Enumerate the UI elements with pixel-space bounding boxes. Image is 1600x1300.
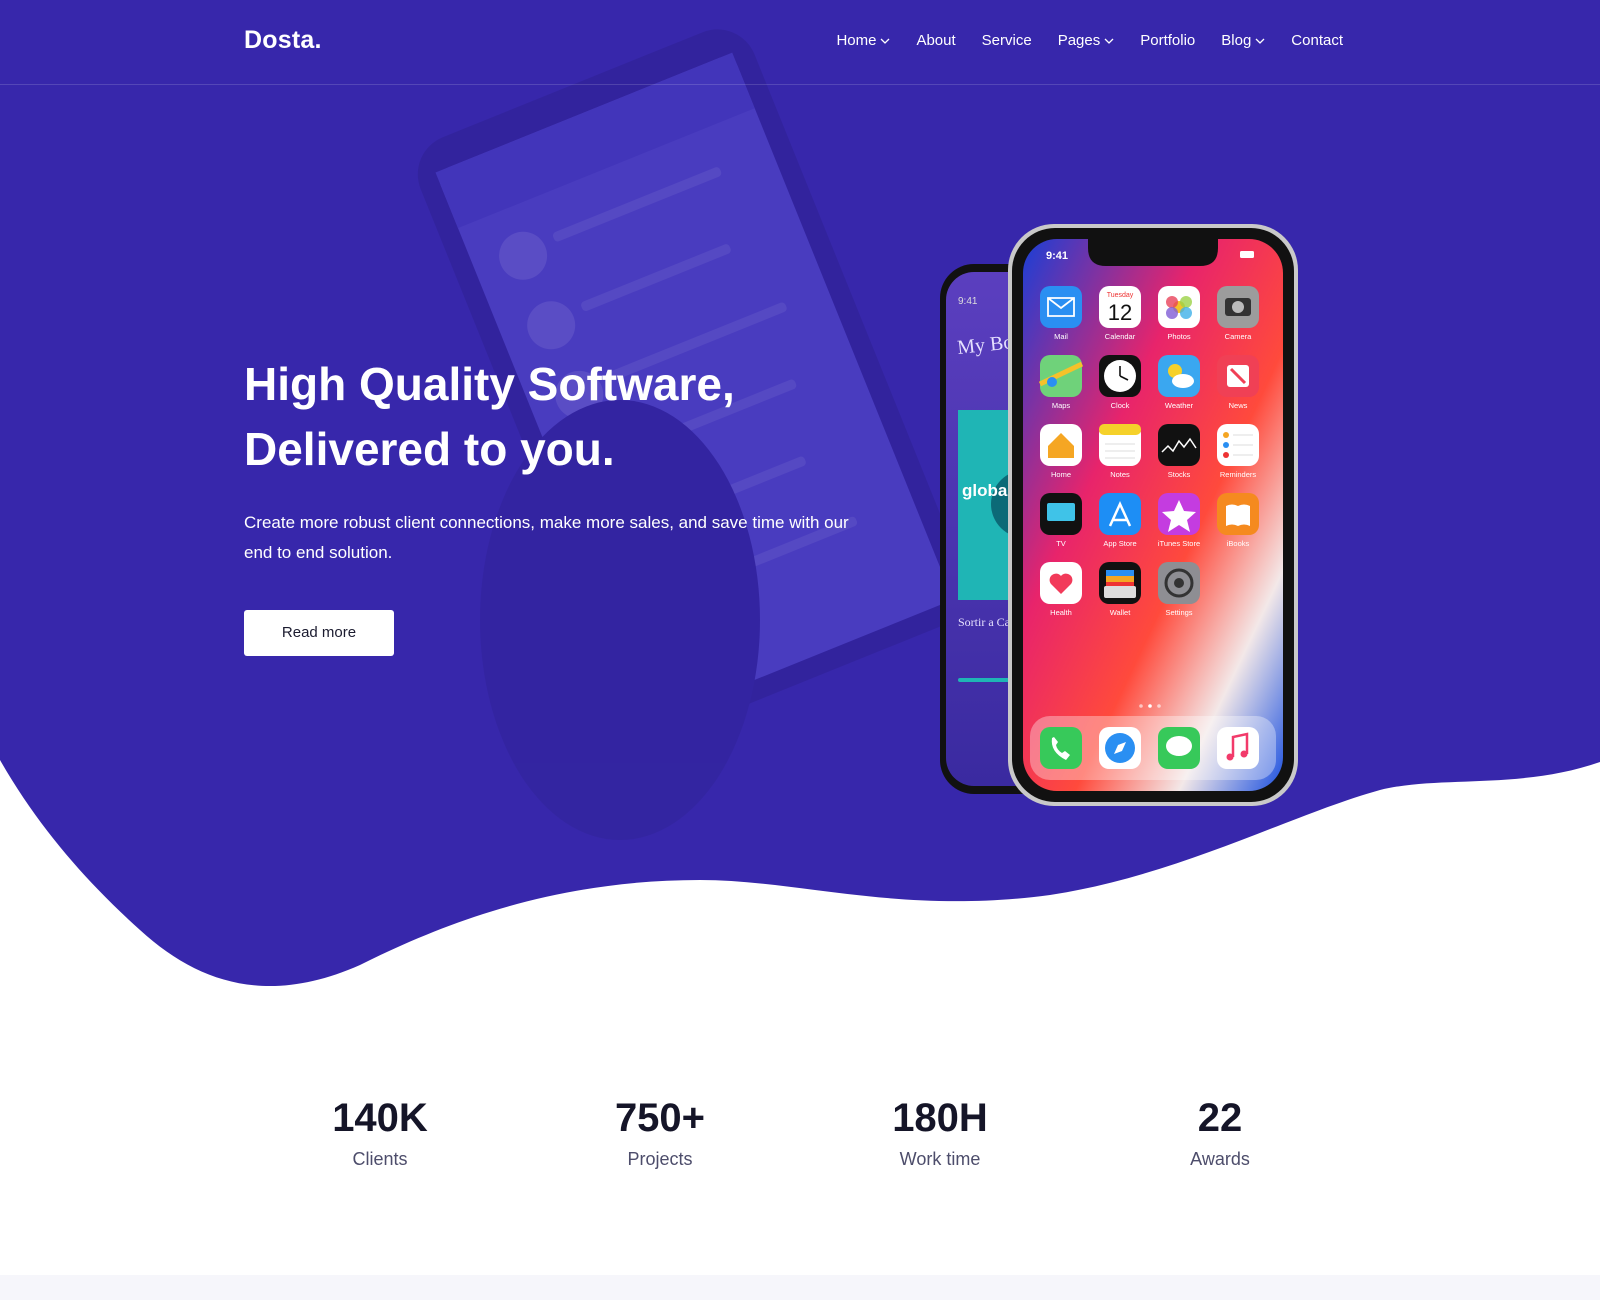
nav-item-about[interactable]: About — [916, 32, 955, 49]
hero-subtitle: Create more robust client connections, m… — [244, 513, 849, 562]
camera-icon — [1217, 286, 1259, 328]
messages-icon — [1158, 727, 1200, 769]
nav-item-label: Portfolio — [1140, 32, 1196, 49]
photos-icon — [1158, 286, 1200, 328]
clock-icon — [1099, 355, 1141, 397]
reminders-icon — [1217, 424, 1259, 466]
app-store-icon — [1099, 493, 1141, 535]
ibooks-icon — [1217, 493, 1259, 535]
music-icon — [1217, 727, 1259, 769]
notes-icon — [1099, 424, 1141, 466]
stat-work-time: 180H Work time — [800, 1093, 1080, 1170]
app-label: Photos — [1167, 332, 1191, 341]
tv-icon — [1040, 493, 1082, 535]
hero-title-line2: Delivered to you. — [244, 423, 615, 475]
nav-item-label: Home — [836, 32, 877, 49]
phone-icon — [1040, 727, 1082, 769]
stat-clients: 140K Clients — [240, 1093, 520, 1170]
phone-dock — [1030, 716, 1276, 780]
nav-item-blog[interactable]: Blog — [1221, 32, 1265, 49]
maps-icon — [1038, 355, 1084, 397]
app-label: TV — [1056, 539, 1066, 548]
app-label: Settings — [1165, 608, 1192, 617]
itunes-store-icon — [1158, 493, 1200, 535]
stat-value: 140K — [332, 1096, 428, 1140]
app-label: iTunes Store — [1158, 539, 1200, 548]
landing-page: Dosta. Home About Service Pages Portfoli… — [0, 0, 1600, 1300]
hero-content: High Quality Software, Delivered to you.… — [244, 352, 884, 656]
next-section-band — [0, 1275, 1600, 1300]
app-label: Home — [1051, 470, 1071, 479]
calendar-date: 12 — [1108, 300, 1132, 325]
app-label: Calendar — [1105, 332, 1136, 341]
chevron-down-icon — [1255, 38, 1265, 44]
nav-item-portfolio[interactable]: Portfolio — [1140, 32, 1195, 49]
mail-icon — [1040, 286, 1082, 328]
calendar-icon: Tuesday12 — [1099, 286, 1141, 328]
brand-logo[interactable]: Dosta. — [244, 26, 322, 55]
stat-value: 22 — [1197, 1096, 1243, 1140]
news-icon — [1217, 355, 1259, 397]
app-label: Notes — [1110, 470, 1130, 479]
stat-label: Clients — [352, 1149, 408, 1169]
app-label: Stocks — [1168, 470, 1191, 479]
chevron-down-icon — [880, 38, 890, 44]
nav-item-label: Pages — [1057, 32, 1101, 49]
app-label: Clock — [1111, 401, 1130, 410]
app-label: Reminders — [1220, 470, 1257, 479]
back-phone-time: 9:41 — [958, 296, 978, 307]
app-label: Wallet — [1110, 608, 1131, 617]
nav-item-label: Service — [981, 32, 1032, 49]
main-menu: Home About Service Pages Portfolio Blog … — [810, 32, 1343, 49]
chevron-down-icon — [1104, 38, 1114, 44]
health-icon — [1040, 562, 1082, 604]
nav-item-label: About — [916, 32, 956, 49]
stats-row: 140K Clients 750+ Projects 180H Work tim… — [240, 1093, 1360, 1170]
app-label: Maps — [1052, 401, 1071, 410]
stat-label: Projects — [627, 1149, 693, 1169]
app-label: iBooks — [1227, 539, 1250, 548]
app-label: Weather — [1165, 401, 1194, 410]
nav-item-label: Blog — [1221, 32, 1252, 49]
app-label: News — [1229, 401, 1248, 410]
nav-item-pages[interactable]: Pages — [1058, 32, 1115, 49]
calendar-day: Tuesday — [1107, 292, 1134, 299]
app-label: App Store — [1103, 539, 1136, 548]
front-phone: 9:41 Tuesday12 Mail Calendar Photos Came… — [1008, 224, 1298, 806]
stat-label: Awards — [1190, 1149, 1250, 1169]
stat-projects: 750+ Projects — [520, 1093, 800, 1170]
weather-icon — [1158, 355, 1200, 397]
settings-icon — [1158, 562, 1200, 604]
nav-item-contact[interactable]: Contact — [1291, 32, 1343, 49]
app-label: Mail — [1054, 332, 1068, 341]
stat-awards: 22 Awards — [1080, 1093, 1360, 1170]
phone-time: 9:41 — [1046, 250, 1068, 262]
home-icon — [1040, 424, 1082, 466]
wallet-icon — [1099, 562, 1141, 604]
app-label: Health — [1050, 608, 1072, 617]
hero-title: High Quality Software, Delivered to you. — [244, 352, 884, 482]
nav-item-home[interactable]: Home — [836, 32, 890, 49]
stocks-icon — [1158, 424, 1200, 466]
read-more-button[interactable]: Read more — [244, 610, 394, 656]
stat-label: Work time — [899, 1149, 981, 1169]
hero-title-line1: High Quality Software, — [244, 358, 735, 410]
nav-item-label: Contact — [1291, 32, 1343, 49]
nav-item-service[interactable]: Service — [982, 32, 1032, 49]
top-navbar: Dosta. Home About Service Pages Portfoli… — [0, 0, 1600, 85]
safari-icon — [1099, 727, 1141, 769]
stat-value: 750+ — [614, 1096, 706, 1140]
stat-value: 180H — [892, 1096, 988, 1140]
phone-mockup: 9:41 My Books global growth Sortir a Can… — [940, 224, 1298, 806]
app-label: Camera — [1225, 332, 1253, 341]
